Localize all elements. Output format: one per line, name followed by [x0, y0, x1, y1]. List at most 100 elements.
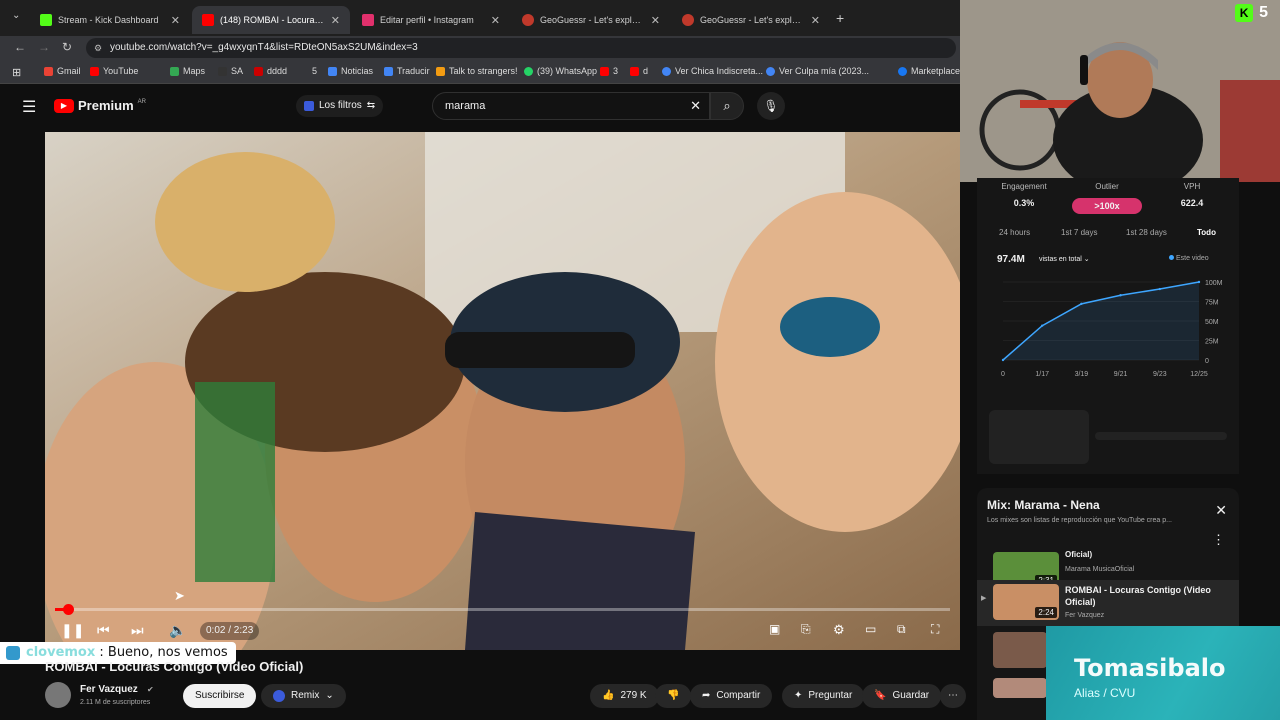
bookmark-youtube[interactable]: YouTube — [90, 66, 138, 76]
stats-panel: Engagement Outlier VPH 0.3% >100x 622.4 … — [977, 178, 1239, 474]
close-icon[interactable]: ✕ — [491, 14, 500, 27]
channel-name[interactable]: Fer Vazquez — [80, 684, 138, 695]
more-icon: ⋯ — [948, 690, 958, 701]
reload-icon[interactable]: ↻ — [62, 40, 72, 54]
back-icon[interactable]: ← — [14, 40, 26, 54]
mix-item-title: ROMBAI - Locuras Contigo (Video Oficial) — [1065, 585, 1211, 607]
time-display: 0:02 / 2:23 — [200, 622, 260, 640]
iq-icon[interactable]: ▣ — [769, 622, 780, 636]
like-button[interactable]: 👍 279 K — [590, 684, 659, 708]
dislike-button[interactable]: 👎 — [655, 684, 692, 708]
tab-label: Editar perfil • Instagram — [380, 15, 474, 25]
x-tick-label: 9/21 — [1114, 371, 1128, 378]
bookmark-dddd[interactable]: dddd — [254, 66, 287, 76]
remix-button[interactable]: Remix ⌄ — [261, 684, 346, 708]
bookmark-label: 5 — [312, 66, 318, 76]
engagement-value: 0.3% — [1013, 198, 1035, 208]
close-icon[interactable]: ✕ — [1215, 502, 1227, 519]
tab-label: Stream - Kick Dashboard — [58, 15, 159, 25]
chart-legend: Este video — [1169, 255, 1209, 262]
range-24h[interactable]: 24 hours — [999, 228, 1030, 237]
bookmark-noticias[interactable]: Noticias — [328, 66, 373, 76]
x-tick-label: 1/17 — [1035, 371, 1049, 378]
y-tick-label: 25M — [1205, 339, 1219, 346]
bookmark-gmail[interactable]: Gmail — [44, 66, 81, 76]
tab-youtube[interactable]: (148) ROMBAI - Locuras Co ✕ — [192, 6, 350, 34]
views-dropdown[interactable]: vistas en total ⌄ — [1039, 255, 1090, 263]
bookmark-5[interactable]: 5 — [312, 66, 317, 76]
playing-indicator-icon: ▶ — [981, 595, 987, 602]
bookmark-chica[interactable]: Ver Chica Indiscreta... — [662, 66, 763, 76]
search-input[interactable]: marama ✕ — [432, 92, 710, 120]
miniplayer-icon[interactable]: ▭ — [865, 622, 876, 636]
bookmark-label: dddd — [267, 66, 288, 76]
tab-list-icon[interactable]: ⌄ — [12, 10, 20, 21]
range-7d[interactable]: 1st 7 days — [1061, 228, 1097, 237]
previous-icon[interactable]: ⏮ — [97, 622, 110, 639]
pause-icon[interactable]: ❚❚ — [61, 622, 84, 639]
bookmark-traducir[interactable]: Traducir — [384, 66, 430, 76]
x-tick-label: 0 — [1001, 371, 1005, 378]
bookmark-label: YouTube — [103, 66, 139, 76]
cast-icon[interactable]: ⧉ — [897, 622, 906, 637]
apps-icon[interactable]: ⊞ — [12, 66, 21, 79]
duration-badge: 2:24 — [1035, 607, 1057, 618]
verified-icon: ✔ — [147, 685, 154, 694]
range-all[interactable]: Todo — [1197, 228, 1216, 237]
video-frame — [45, 132, 960, 650]
bookmark-whatsapp[interactable]: (39) WhatsApp — [524, 66, 597, 76]
tab-geoguessr-2[interactable]: GeoGuessr - Let's explore the w ✕ — [672, 6, 830, 34]
share-button[interactable]: ➦ Compartir — [690, 684, 773, 708]
volume-icon[interactable]: 🔈 — [169, 622, 186, 639]
subtitles-icon[interactable]: ⎘ — [801, 622, 811, 637]
save-button[interactable]: 🔖 Guardar — [862, 684, 942, 708]
y-tick-label: 100M — [1205, 280, 1223, 287]
bookmark-3[interactable]: 3 — [600, 66, 618, 76]
bookmark-talk[interactable]: Talk to strangers! — [436, 66, 518, 76]
new-tab-icon[interactable]: + — [836, 10, 844, 26]
youtube-icon — [202, 14, 214, 26]
forward-icon[interactable]: → — [38, 40, 50, 54]
subscribe-button[interactable]: Suscribirse — [183, 684, 257, 708]
bookmark-marketplace[interactable]: Marketplace — [898, 66, 960, 76]
iq-icon — [304, 101, 314, 111]
tab-geoguessr[interactable]: GeoGuessr - Let's explore the w ✕ — [512, 6, 670, 34]
bookmark-maps[interactable]: Maps — [170, 66, 205, 76]
youtube-logo-icon: ▶ — [54, 98, 74, 113]
settings-icon[interactable]: ⚙ — [833, 622, 845, 638]
more-vert-icon[interactable]: ⋮ — [1212, 532, 1225, 548]
close-icon[interactable]: ✕ — [171, 14, 180, 27]
close-icon[interactable]: ✕ — [331, 14, 340, 27]
bookmark-culpa[interactable]: Ver Culpa mía (2023... — [766, 66, 869, 76]
bookmark-d[interactable]: d — [630, 66, 648, 76]
tab-label: GeoGuessr - Let's explore the w — [700, 15, 805, 25]
url-field[interactable]: ⚙ youtube.com/watch?v=_g4wxyqnT4&list=RD… — [86, 38, 956, 58]
site-info-icon[interactable]: ⚙ — [94, 38, 102, 58]
youtube-premium-logo[interactable]: ▶ Premium AR — [54, 98, 146, 113]
views-dropdown-label: vistas en total — [1039, 256, 1082, 263]
range-28d[interactable]: 1st 28 days — [1126, 228, 1167, 237]
progress-bar[interactable] — [55, 604, 950, 615]
video-actions-row: Fer Vazquez ✔ 2.11 M de suscriptores Sus… — [45, 680, 966, 714]
chat-text: : Bueno, nos vemos — [99, 645, 228, 660]
channel-avatar[interactable] — [45, 682, 71, 708]
next-icon[interactable]: ⏭ — [131, 622, 144, 639]
fullscreen-icon[interactable]: ⛶ — [931, 622, 939, 637]
search-button[interactable]: ⌕ — [710, 92, 744, 120]
search-value: marama — [445, 100, 486, 112]
tab-kick[interactable]: Stream - Kick Dashboard ✕ — [30, 6, 190, 34]
progress-scrubber[interactable] — [62, 604, 74, 615]
close-icon[interactable]: ✕ — [811, 14, 820, 27]
more-actions-button[interactable]: ⋯ — [940, 684, 966, 708]
voice-search-button[interactable]: 🎙 — [757, 92, 785, 120]
clear-search-icon[interactable]: ✕ — [690, 93, 701, 119]
thumbs-up-icon: 👍 — [602, 690, 615, 701]
tab-instagram[interactable]: Editar perfil • Instagram ✕ — [352, 6, 510, 34]
hamburger-menu-icon[interactable]: ☰ — [22, 97, 36, 117]
filters-button[interactable]: Los filtros ⇆ — [296, 95, 384, 117]
close-icon[interactable]: ✕ — [651, 14, 660, 27]
mix-item-current[interactable]: ▶ 2:24 ROMBAI - Locuras Contigo (Video O… — [977, 580, 1239, 626]
ask-button[interactable]: ✦ Preguntar — [782, 684, 865, 708]
video-player[interactable]: ❚❚ ⏮ ⏭ 🔈 0:02 / 2:23 ▣ ⎘ ⚙ ▭ ⧉ ⛶ — [45, 132, 960, 650]
bookmark-sa[interactable]: SA — [218, 66, 243, 76]
